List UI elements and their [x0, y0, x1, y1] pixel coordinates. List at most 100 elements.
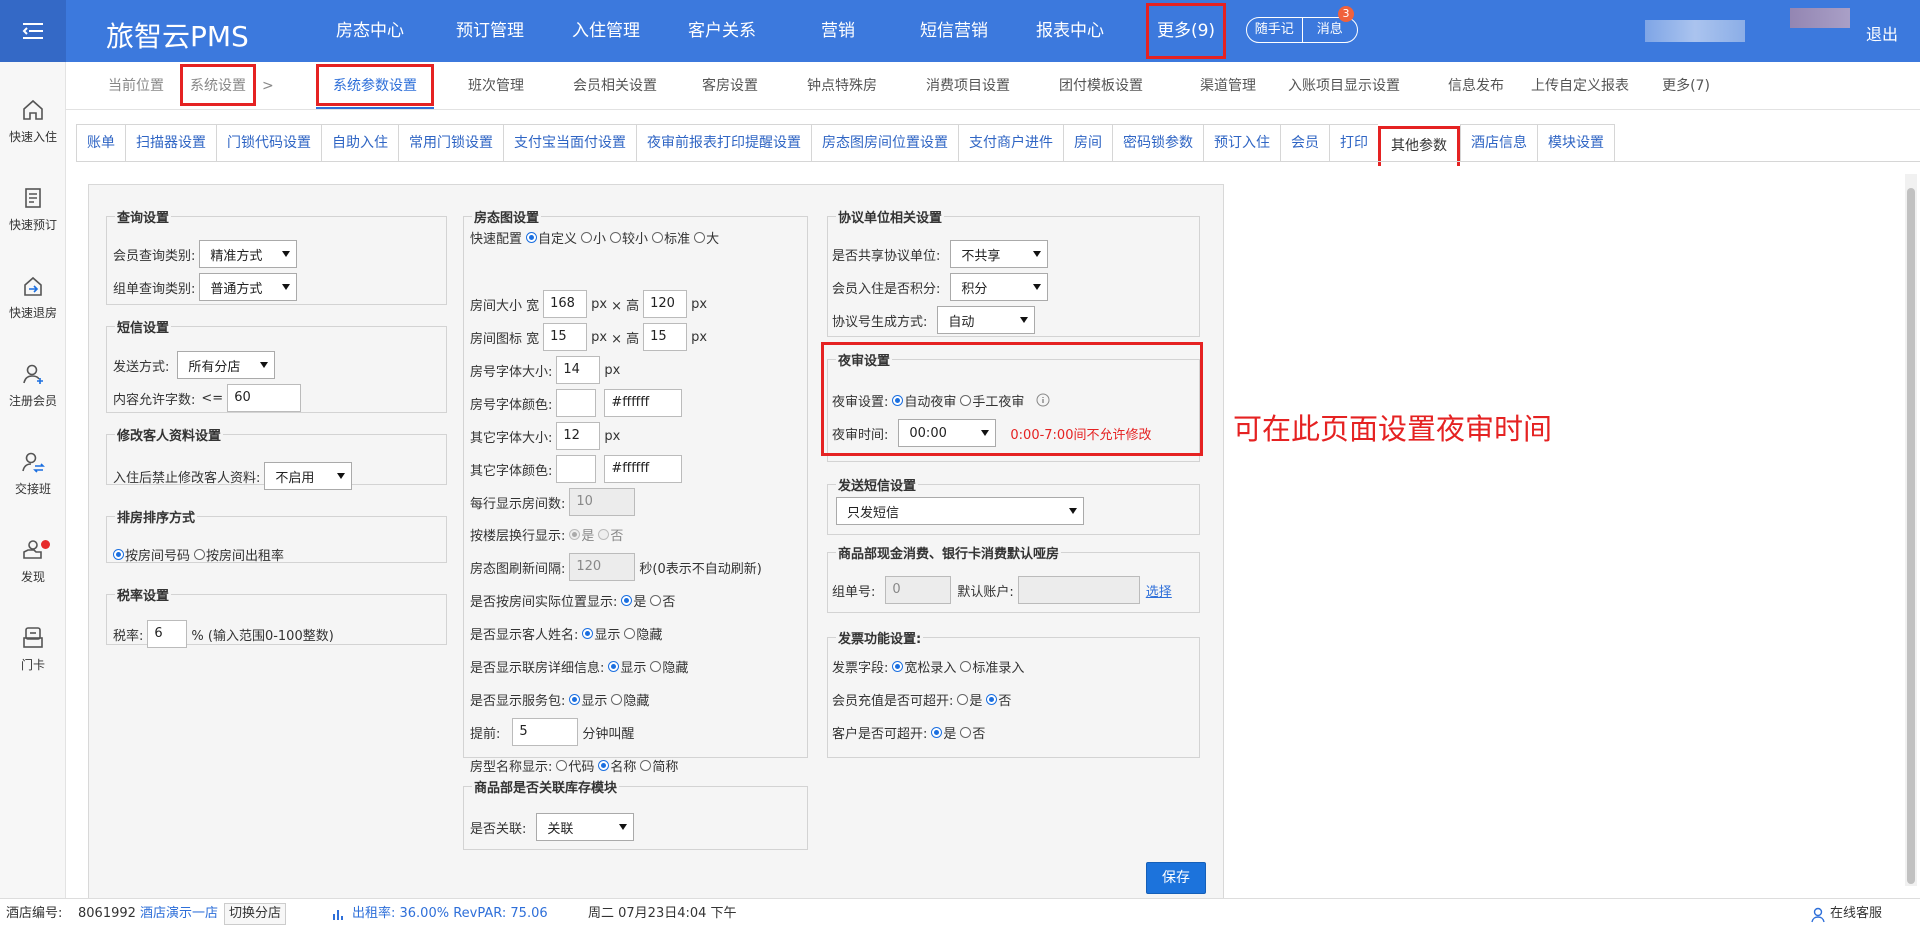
scrollbar-thumb[interactable] — [1907, 188, 1915, 884]
quick-large-radio[interactable] — [694, 231, 706, 243]
tab-member[interactable]: 会员相关设置 — [550, 62, 680, 110]
subtab-modules[interactable]: 模块设置 — [1537, 124, 1615, 162]
nav-more[interactable]: 更多(9) — [1146, 3, 1226, 59]
subtab-merchant[interactable]: 支付商户进件 — [958, 124, 1063, 162]
quick-smaller-radio[interactable] — [610, 231, 622, 243]
inventory-select[interactable]: 关联 — [536, 813, 635, 841]
subtab-password-lock[interactable]: 密码锁参数 — [1112, 124, 1203, 162]
subtab-self-checkin[interactable]: 自助入住 — [321, 124, 398, 162]
type-name-radio[interactable] — [598, 759, 610, 771]
type-code-radio[interactable] — [556, 759, 568, 771]
sidebar-item-discover[interactable]: 发现 — [0, 538, 66, 585]
quick-small-radio[interactable] — [581, 231, 593, 243]
sms-length-input[interactable]: 60 — [227, 384, 302, 412]
default-account-input[interactable] — [1017, 576, 1140, 604]
refresh-interval-input[interactable]: 120 — [569, 553, 636, 581]
sidebar-item-quick-checkout[interactable]: 快速退房 — [0, 274, 66, 321]
tab-room[interactable]: 客房设置 — [680, 62, 780, 110]
group-query-select[interactable]: 普通方式 — [199, 273, 298, 301]
invoice-standard-radio[interactable] — [960, 660, 972, 672]
subtab-scanner[interactable]: 扫描器设置 — [125, 124, 216, 162]
other-color-input[interactable]: #ffffff — [604, 455, 683, 483]
sidebar-item-quick-checkin[interactable]: 快速入住 — [0, 98, 66, 145]
subtab-night-report-print[interactable]: 夜审前报表打印提醒设置 — [636, 124, 811, 162]
linked-room-hide-radio[interactable] — [650, 660, 662, 672]
nav-reports[interactable]: 报表中心 — [1020, 0, 1120, 62]
messages-button[interactable]: 消息 — [1301, 18, 1358, 42]
linked-room-show-radio[interactable] — [608, 660, 620, 672]
icon-width-input[interactable]: 15 — [543, 323, 588, 351]
subtab-print[interactable]: 打印 — [1329, 124, 1378, 162]
logout-link[interactable]: 退出 — [1866, 21, 1898, 45]
room-width-input[interactable]: 168 — [543, 290, 588, 318]
tab-hourly-room[interactable]: 钟点特殊房 — [782, 62, 902, 110]
room-height-input[interactable]: 120 — [643, 290, 688, 318]
tab-posting-display[interactable]: 入账项目显示设置 — [1244, 62, 1444, 110]
tab-shift[interactable]: 班次管理 — [446, 62, 546, 110]
floor-wrap-yes-radio[interactable] — [569, 528, 581, 540]
tab-custom-report[interactable]: 上传自定义报表 — [1500, 62, 1660, 110]
subtab-lock-code[interactable]: 门锁代码设置 — [216, 124, 321, 162]
sidebar-item-door-card[interactable]: 门卡 — [0, 626, 66, 673]
menu-toggle-icon[interactable] — [0, 0, 66, 62]
subtab-room-position[interactable]: 房态图房间位置设置 — [811, 124, 958, 162]
invoice-loose-radio[interactable] — [892, 660, 904, 672]
subtab-alipay[interactable]: 支付宝当面付设置 — [503, 124, 636, 162]
guest-name-show-radio[interactable] — [582, 627, 594, 639]
customer-overdraft-no-radio[interactable] — [960, 726, 972, 738]
tab-group-template[interactable]: 团付模板设置 — [1026, 62, 1176, 110]
online-service-link[interactable]: 在线客服 — [1830, 899, 1882, 929]
other-font-size-input[interactable]: 12 — [556, 422, 601, 450]
number-color-input[interactable]: #ffffff — [604, 389, 683, 417]
nav-room-status[interactable]: 房态中心 — [320, 0, 420, 62]
rooms-per-row-input[interactable]: 10 — [569, 488, 636, 516]
subtab-booking-checkin[interactable]: 预订入住 — [1203, 124, 1280, 162]
switch-branch-button[interactable]: 切换分店 — [224, 903, 287, 925]
nav-booking[interactable]: 预订管理 — [440, 0, 540, 62]
tax-input[interactable]: 6 — [147, 620, 188, 648]
breadcrumb-system-settings[interactable]: 系统设置 — [190, 62, 246, 110]
nav-marketing[interactable]: 营销 — [788, 0, 888, 62]
tab-consumption[interactable]: 消费项目设置 — [898, 62, 1038, 110]
actual-position-yes-radio[interactable] — [621, 594, 633, 606]
subtab-hotel-info[interactable]: 酒店信息 — [1460, 124, 1537, 162]
subtab-common-lock[interactable]: 常用门锁设置 — [398, 124, 503, 162]
quick-standard-radio[interactable] — [652, 231, 664, 243]
customer-overdraft-yes-radio[interactable] — [931, 726, 943, 738]
floor-wrap-no-radio[interactable] — [598, 528, 610, 540]
actual-position-no-radio[interactable] — [650, 594, 662, 606]
group-number-input[interactable]: 0 — [885, 576, 952, 604]
member-points-select[interactable]: 积分 — [950, 273, 1049, 301]
modify-guest-select[interactable]: 不启用 — [264, 462, 353, 490]
sidebar-item-register-member[interactable]: 注册会员 — [0, 362, 66, 409]
sidebar-item-quick-booking[interactable]: 快速预订 — [0, 186, 66, 233]
number-color-swatch[interactable] — [556, 389, 597, 417]
choose-account-link[interactable]: 选择 — [1146, 581, 1172, 600]
sidebar-item-shift-handover[interactable]: 交接班 — [0, 450, 66, 497]
sort-by-number-radio[interactable] — [113, 548, 124, 560]
service-pack-show-radio[interactable] — [569, 693, 581, 705]
quick-custom-radio[interactable] — [526, 231, 538, 243]
nav-checkin[interactable]: 入住管理 — [556, 0, 656, 62]
subtab-bill[interactable]: 账单 — [76, 124, 125, 162]
subtab-other-params[interactable]: 其他参数 — [1378, 126, 1460, 166]
type-short-radio[interactable] — [640, 759, 652, 771]
sort-by-occupancy-radio[interactable] — [194, 548, 206, 560]
member-overdraft-yes-radio[interactable] — [957, 693, 969, 705]
member-query-select[interactable]: 精准方式 — [199, 240, 298, 268]
agreement-gen-select[interactable]: 自动 — [937, 306, 1036, 334]
share-agreement-select[interactable]: 不共享 — [950, 240, 1049, 268]
other-color-swatch[interactable] — [556, 455, 597, 483]
sms-send-select[interactable]: 所有分店 — [177, 351, 276, 379]
subtab-member[interactable]: 会员 — [1280, 124, 1329, 162]
save-button[interactable]: 保存 — [1146, 862, 1206, 894]
nav-sms-marketing[interactable]: 短信营销 — [904, 0, 1004, 62]
send-sms-select[interactable]: 只发短信 — [836, 497, 1084, 525]
notes-button[interactable]: 随手记 — [1247, 18, 1302, 42]
tab-more[interactable]: 更多(7) — [1646, 62, 1726, 110]
subtab-room[interactable]: 房间 — [1063, 124, 1112, 162]
tab-system-params[interactable]: 系统参数设置 — [318, 62, 432, 110]
service-pack-hide-radio[interactable] — [611, 693, 623, 705]
member-overdraft-no-radio[interactable] — [986, 693, 998, 705]
wake-up-input[interactable]: 5 — [512, 718, 579, 746]
